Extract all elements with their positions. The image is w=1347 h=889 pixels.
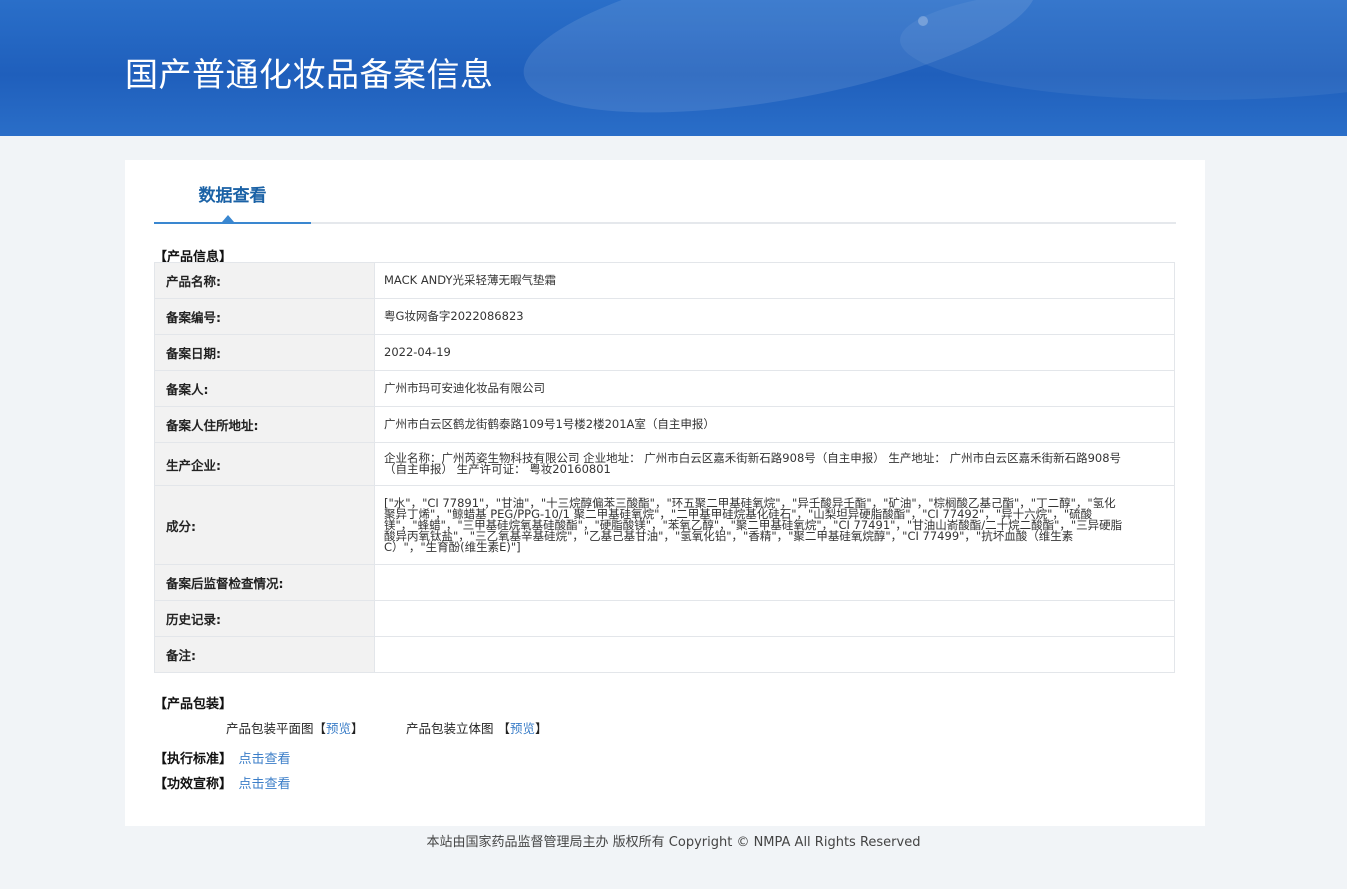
row-label: 备案人: xyxy=(154,370,375,407)
bracket-close: 】 xyxy=(351,721,364,736)
banner-decoration xyxy=(900,0,1347,100)
packaging-title: 【产品包装】 xyxy=(154,697,233,712)
header-banner: 国产普通化妆品备案信息 xyxy=(0,0,1347,136)
content-card: 数据查看 【产品信息】 产品名称: MACK ANDY光采轻薄无暇气垫霜 备案编… xyxy=(125,160,1205,826)
row-value: 2022-04-19 xyxy=(374,334,1175,371)
table-row: 产品名称: MACK ANDY光采轻薄无暇气垫霜 xyxy=(154,262,1175,299)
standard-title: 【执行标准】 xyxy=(154,752,233,767)
table-row: 成分: ["水"，"CI 77891"，"甘油"，"十三烷醇偏苯三酸酯"，"环五… xyxy=(154,485,1175,565)
row-value: 粤G妆网备字2022086823 xyxy=(374,298,1175,335)
table-row: 生产企业: 企业名称：广州芮姿生物科技有限公司 企业地址： 广州市白云区嘉禾街新… xyxy=(154,442,1175,486)
footer-copyright: 本站由国家药品监督管理局主办 版权所有 Copyright © NMPA All… xyxy=(426,835,921,850)
packaging-solid-label: 产品包装立体图 xyxy=(406,721,494,736)
product-info-table: 产品名称: MACK ANDY光采轻薄无暇气垫霜 备案编号: 粤G妆网备字202… xyxy=(154,262,1175,673)
tab-caret-icon xyxy=(222,215,234,222)
table-row: 备注: xyxy=(154,636,1175,673)
banner-decoration xyxy=(918,16,928,26)
packaging-flat-item: 产品包装平面图【预览】 xyxy=(226,718,364,737)
standard-row: 【执行标准】 点击查看 xyxy=(154,748,291,767)
bracket-close: 】 xyxy=(535,721,548,736)
table-row: 备案后监督检查情况: xyxy=(154,564,1175,601)
tab-data-view[interactable]: 数据查看 xyxy=(154,160,311,222)
row-label: 备案人住所地址: xyxy=(154,406,375,443)
efficacy-view-link[interactable]: 点击查看 xyxy=(239,777,291,792)
row-value xyxy=(374,600,1175,637)
tab-active-indicator xyxy=(154,222,311,224)
preview-solid-link[interactable]: 预览 xyxy=(510,721,535,736)
preview-flat-link[interactable]: 预览 xyxy=(326,721,351,736)
packaging-flat-label: 产品包装平面图 xyxy=(226,721,314,736)
row-value: 企业名称：广州芮姿生物科技有限公司 企业地址： 广州市白云区嘉禾街新石路908号… xyxy=(374,442,1175,486)
row-label: 备案编号: xyxy=(154,298,375,335)
row-label: 产品名称: xyxy=(154,262,375,299)
row-label: 备案后监督检查情况: xyxy=(154,564,375,601)
row-value: MACK ANDY光采轻薄无暇气垫霜 xyxy=(374,262,1175,299)
row-label: 历史记录: xyxy=(154,600,375,637)
packaging-solid-item: 产品包装立体图 【预览】 xyxy=(406,718,548,737)
row-value: ["水"，"CI 77891"，"甘油"，"十三烷醇偏苯三酸酯"，"环五聚二甲基… xyxy=(374,485,1175,565)
tab-bar: 数据查看 xyxy=(154,160,1176,224)
efficacy-row: 【功效宣称】 点击查看 xyxy=(154,773,291,792)
row-label: 生产企业: xyxy=(154,442,375,486)
row-label: 备注: xyxy=(154,636,375,673)
bracket-open: 【 xyxy=(497,721,511,736)
row-value: 广州市白云区鹤龙街鹤泰路109号1号楼2楼201A室（自主申报） xyxy=(374,406,1175,443)
table-row: 备案日期: 2022-04-19 xyxy=(154,334,1175,371)
row-value xyxy=(374,564,1175,601)
row-value xyxy=(374,636,1175,673)
row-value: 广州市玛可安迪化妆品有限公司 xyxy=(374,370,1175,407)
table-row: 备案人: 广州市玛可安迪化妆品有限公司 xyxy=(154,370,1175,407)
table-row: 历史记录: xyxy=(154,600,1175,637)
standard-view-link[interactable]: 点击查看 xyxy=(239,752,291,767)
table-row: 备案人住所地址: 广州市白云区鹤龙街鹤泰路109号1号楼2楼201A室（自主申报… xyxy=(154,406,1175,443)
page-title: 国产普通化妆品备案信息 xyxy=(125,55,494,94)
table-row: 备案编号: 粤G妆网备字2022086823 xyxy=(154,298,1175,335)
efficacy-title: 【功效宣称】 xyxy=(154,777,233,792)
bracket-open: 【 xyxy=(313,721,327,736)
row-label: 备案日期: xyxy=(154,334,375,371)
row-label: 成分: xyxy=(154,485,375,565)
